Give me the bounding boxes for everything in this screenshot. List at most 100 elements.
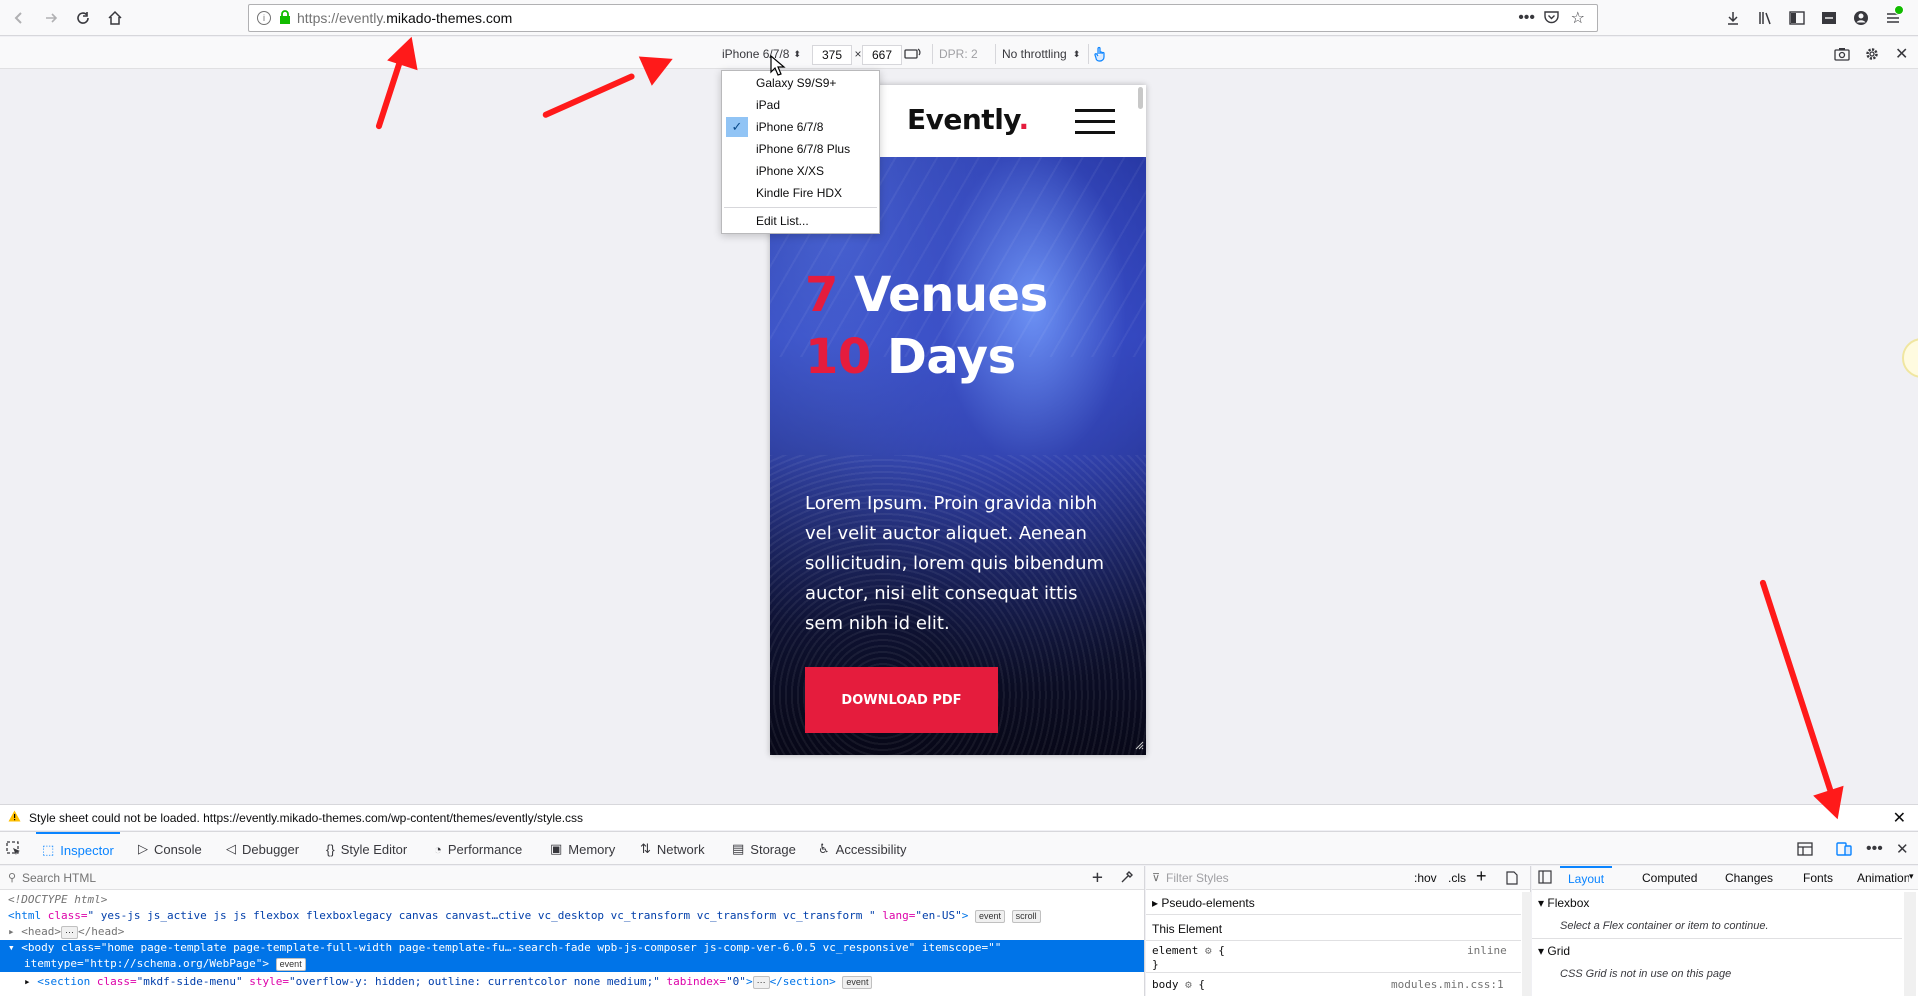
screenshot-icon[interactable] — [1834, 44, 1850, 64]
tab-performance[interactable]: ◔ Performance — [434, 832, 522, 866]
info-icon[interactable]: i — [257, 11, 271, 25]
viewport-width-input[interactable]: 375 — [812, 45, 852, 65]
filter-icon: ⊽ — [1152, 872, 1161, 884]
resize-handle-icon[interactable] — [1134, 739, 1144, 753]
back-icon[interactable] — [6, 5, 32, 31]
site-logo[interactable]: Evently. — [907, 103, 1029, 136]
tab-layout[interactable]: Layout — [1560, 866, 1613, 890]
tabs-overflow-icon[interactable]: ▾ — [1909, 871, 1914, 882]
lock-icon[interactable] — [279, 9, 291, 27]
tab-storage[interactable]: ▤ Storage — [732, 832, 796, 866]
flexbox-section-toggle[interactable]: ▾ Flexbox — [1538, 896, 1589, 910]
dock-icon[interactable] — [1797, 832, 1813, 866]
filter-styles-input[interactable]: Filter Styles — [1166, 871, 1229, 885]
rules-view: ⊽ Filter Styles :hov .cls + ▸ Pseudo-ele… — [1146, 866, 1531, 996]
home-icon[interactable] — [102, 5, 128, 31]
markup-view: ⚲ Search HTML + <!DOCTYPE html> <html cl… — [0, 866, 1145, 996]
device-option[interactable]: iPhone X/XS — [756, 161, 824, 181]
page-actions-icon[interactable]: ••• — [1518, 9, 1535, 27]
flexbox-hint: Select a Flex container or item to conti… — [1560, 920, 1769, 932]
tab-console[interactable]: ▷ Console — [138, 832, 202, 866]
tab-changes[interactable]: Changes — [1725, 871, 1773, 885]
rule-source-inline[interactable]: inline — [1467, 944, 1507, 957]
body-rule[interactable]: body ⚙ { — [1152, 978, 1205, 991]
responsive-mode-toggle-icon[interactable] — [1836, 832, 1852, 866]
hero-heading-line2: 10 Days — [805, 329, 1016, 385]
pocket-icon[interactable] — [1544, 10, 1559, 27]
pseudo-elements-toggle[interactable]: ▸ Pseudo-elements — [1152, 896, 1255, 910]
body-node-line[interactable]: ▾ <body class="home page-template page-t… — [8, 940, 1001, 956]
device-option[interactable]: iPhone 6/7/8 Plus — [756, 139, 850, 159]
close-rdm-icon[interactable]: ✕ — [1895, 44, 1908, 64]
hero-description: Lorem Ipsum. Proin gravida nibh vel veli… — [805, 493, 1105, 634]
tab-network[interactable]: ⇅ Network — [640, 832, 705, 866]
device-option[interactable]: Galaxy S9/S9+ — [756, 73, 836, 93]
library-icon[interactable] — [1752, 5, 1778, 31]
tab-fonts[interactable]: Fonts — [1803, 871, 1833, 885]
tab-computed[interactable]: Computed — [1642, 871, 1697, 885]
bookmark-star-icon[interactable]: ☆ — [1571, 8, 1585, 28]
devtools-overflow-icon[interactable]: ••• — [1866, 832, 1883, 866]
search-html-input[interactable]: Search HTML — [22, 871, 96, 885]
add-node-icon[interactable]: + — [1092, 867, 1103, 888]
eyedropper-icon[interactable] — [1120, 870, 1134, 887]
device-option-selected[interactable]: iPhone 6/7/8 — [756, 117, 823, 137]
hov-toggle[interactable]: :hov — [1414, 871, 1437, 885]
rule-divider — [1146, 972, 1521, 973]
layout-scrollbar[interactable] — [1904, 892, 1916, 996]
download-pdf-button[interactable]: DOWNLOAD PDF — [805, 667, 998, 733]
forward-icon[interactable] — [38, 5, 64, 31]
tab-animations[interactable]: Animations — [1857, 871, 1909, 885]
tab-debugger[interactable]: ◁ Debugger — [226, 832, 299, 866]
warning-text: Style sheet could not be loaded. https:/… — [29, 810, 584, 825]
device-option[interactable]: Kindle Fire HDX — [756, 183, 842, 203]
settings-gear-icon[interactable] — [1864, 44, 1880, 64]
edit-list-option[interactable]: Edit List... — [756, 211, 809, 231]
cls-toggle[interactable]: .cls — [1448, 871, 1466, 885]
rule-source-file[interactable]: modules.min.css:1 — [1391, 978, 1504, 991]
tab-accessibility[interactable]: ♿ Accessibility — [818, 832, 906, 866]
section-node-line[interactable]: ▸ <section class="mkdf-side-menu" style=… — [24, 974, 873, 990]
tab-style-editor[interactable]: {} Style Editor — [326, 832, 407, 866]
tab-inspector[interactable]: ⬚ Inspector — [36, 832, 120, 866]
edge-widget-icon[interactable] — [1902, 338, 1918, 378]
reload-icon[interactable] — [70, 5, 96, 31]
throttling-selector[interactable]: No throttling ⬍ — [995, 44, 1080, 64]
url-bar[interactable]: i https://evently.mikado-themes.com ••• … — [248, 4, 1598, 32]
element-picker-icon[interactable] — [6, 832, 22, 866]
touch-simulation-icon[interactable] — [1088, 44, 1107, 64]
rule-divider — [1146, 940, 1521, 941]
element-rule[interactable]: element ⚙ { — [1152, 944, 1225, 957]
browser-toolbar: i https://evently.mikado-themes.com ••• … — [0, 0, 1918, 36]
grid-section-toggle[interactable]: ▾ Grid — [1538, 944, 1570, 958]
device-selector[interactable]: iPhone 6/7/8 ⬍ — [722, 44, 801, 64]
head-node-line[interactable]: ▸ <head> ⋯ </head> — [8, 924, 124, 940]
viewport-height-input[interactable]: 667 — [862, 45, 902, 65]
menu-icon[interactable] — [1880, 5, 1906, 31]
warning-icon — [8, 810, 21, 825]
tab-memory[interactable]: ▣ Memory — [550, 832, 615, 866]
sidebar-icon[interactable] — [1784, 5, 1810, 31]
device-option[interactable]: iPad — [756, 95, 780, 115]
rule-divider — [1146, 914, 1521, 915]
rules-scrollbar[interactable] — [1522, 892, 1531, 996]
close-warning-icon[interactable]: ✕ — [1893, 808, 1906, 828]
download-icon[interactable] — [1720, 5, 1746, 31]
devtools-tabbar: ⬚ Inspector ▷ Console ◁ Debugger {} Style Ed… — [0, 831, 1918, 865]
rotate-icon[interactable] — [903, 44, 921, 64]
print-media-icon[interactable] — [1506, 871, 1518, 888]
account-icon[interactable] — [1848, 5, 1874, 31]
hamburger-menu-icon[interactable] — [1075, 109, 1115, 134]
toggle-sidebar-icon[interactable] — [1538, 870, 1552, 887]
add-rule-icon[interactable]: + — [1476, 866, 1487, 887]
element-rule-close: } — [1152, 958, 1159, 971]
close-devtools-icon[interactable]: ✕ — [1896, 832, 1909, 866]
gear-icon: ⚙ — [1185, 978, 1192, 991]
storage-icon: ▤ — [732, 841, 745, 856]
dpr-selector[interactable]: DPR: 2 — [932, 44, 978, 64]
reader-icon[interactable] — [1816, 5, 1842, 31]
html-node-line[interactable]: <html class=" yes-js js_active js js fle… — [8, 908, 1041, 924]
body-node-line2[interactable]: itemtype="http://schema.org/WebPage"> ev… — [24, 956, 306, 972]
doctype-line[interactable]: <!DOCTYPE html> — [8, 892, 107, 908]
viewport-scrollbar[interactable] — [1138, 87, 1143, 109]
